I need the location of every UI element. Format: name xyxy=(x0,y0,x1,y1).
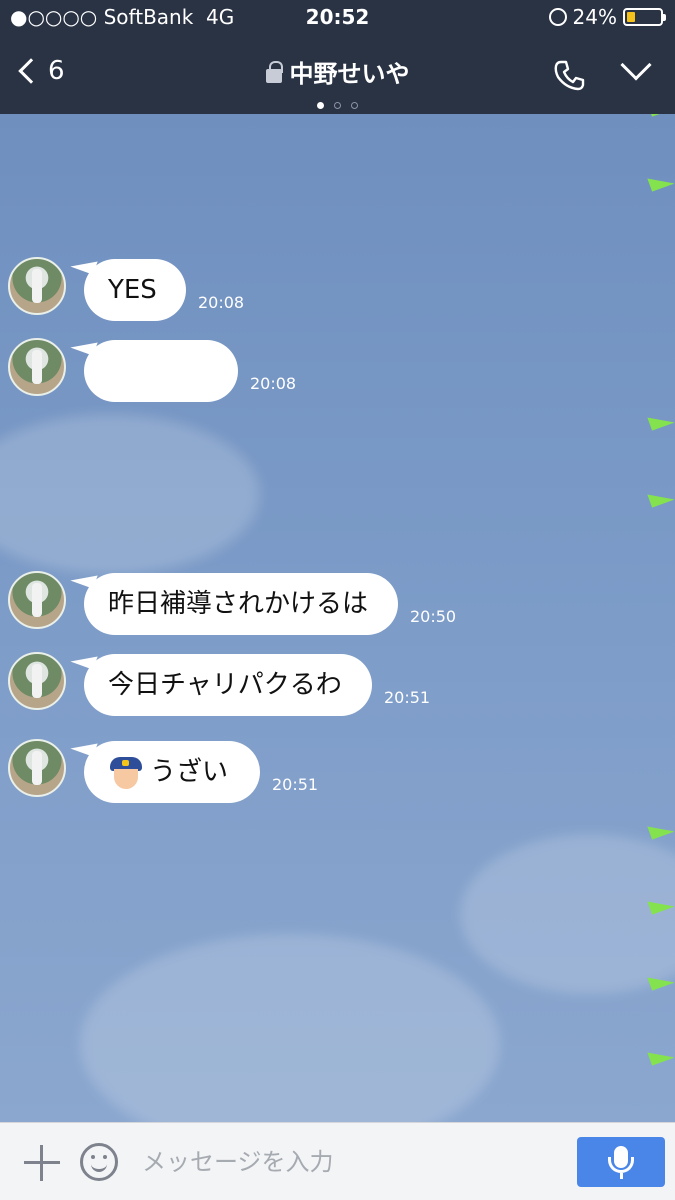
avatar[interactable] xyxy=(8,338,66,396)
avatar[interactable] xyxy=(8,257,66,315)
message-bubble[interactable]: 昨日補導されかけるは xyxy=(84,573,398,635)
input-bar xyxy=(0,1122,675,1200)
avatar[interactable] xyxy=(8,652,66,710)
battery-percent: 24% xyxy=(572,5,617,29)
emoji-icon[interactable] xyxy=(80,1143,118,1181)
page-dot xyxy=(351,102,358,109)
message-bubble[interactable]: 今日チャリパクるわ xyxy=(84,654,372,716)
call-button[interactable] xyxy=(553,58,587,96)
message-time: 20:51 xyxy=(272,775,319,794)
message-input[interactable] xyxy=(142,1141,552,1183)
contact-name: 中野せいや xyxy=(289,60,410,88)
rotation-lock-icon xyxy=(548,8,567,26)
battery-indicator: 24% xyxy=(548,5,666,29)
battery-icon xyxy=(623,8,666,26)
page-dot xyxy=(317,102,324,109)
message-text: 今日チャリパクるわ xyxy=(108,670,342,700)
message-bubble[interactable]: YES xyxy=(84,259,186,321)
avatar[interactable] xyxy=(8,739,66,797)
message-bubble[interactable] xyxy=(84,340,238,402)
message-text: 昨日補導されかけるは xyxy=(108,589,369,619)
mic-button[interactable] xyxy=(577,1137,665,1187)
page-indicator xyxy=(0,94,675,113)
avatar[interactable] xyxy=(8,571,66,629)
police-officer-icon xyxy=(108,755,144,791)
chat-area[interactable]: 既読15:05笑笑既読20:05チャリぱくられたん笑20:08YES20:08既… xyxy=(0,114,675,1122)
status-bar: ●○○○○ SoftBank 4G 20:52 24% xyxy=(0,0,675,36)
message-time: 20:50 xyxy=(410,607,457,626)
message-time: 20:08 xyxy=(198,293,245,312)
chat-header: 6 中野せいや xyxy=(0,36,675,114)
message-text: YES xyxy=(108,275,157,305)
phone-icon xyxy=(554,60,585,91)
message-time: 20:51 xyxy=(384,688,431,707)
message-bubble[interactable]: うざい xyxy=(84,741,260,803)
page-dot xyxy=(334,102,341,109)
message-time: 20:08 xyxy=(250,374,297,393)
plus-icon[interactable] xyxy=(24,1145,60,1181)
lock-icon xyxy=(265,61,283,83)
message-text: うざい xyxy=(150,757,229,787)
